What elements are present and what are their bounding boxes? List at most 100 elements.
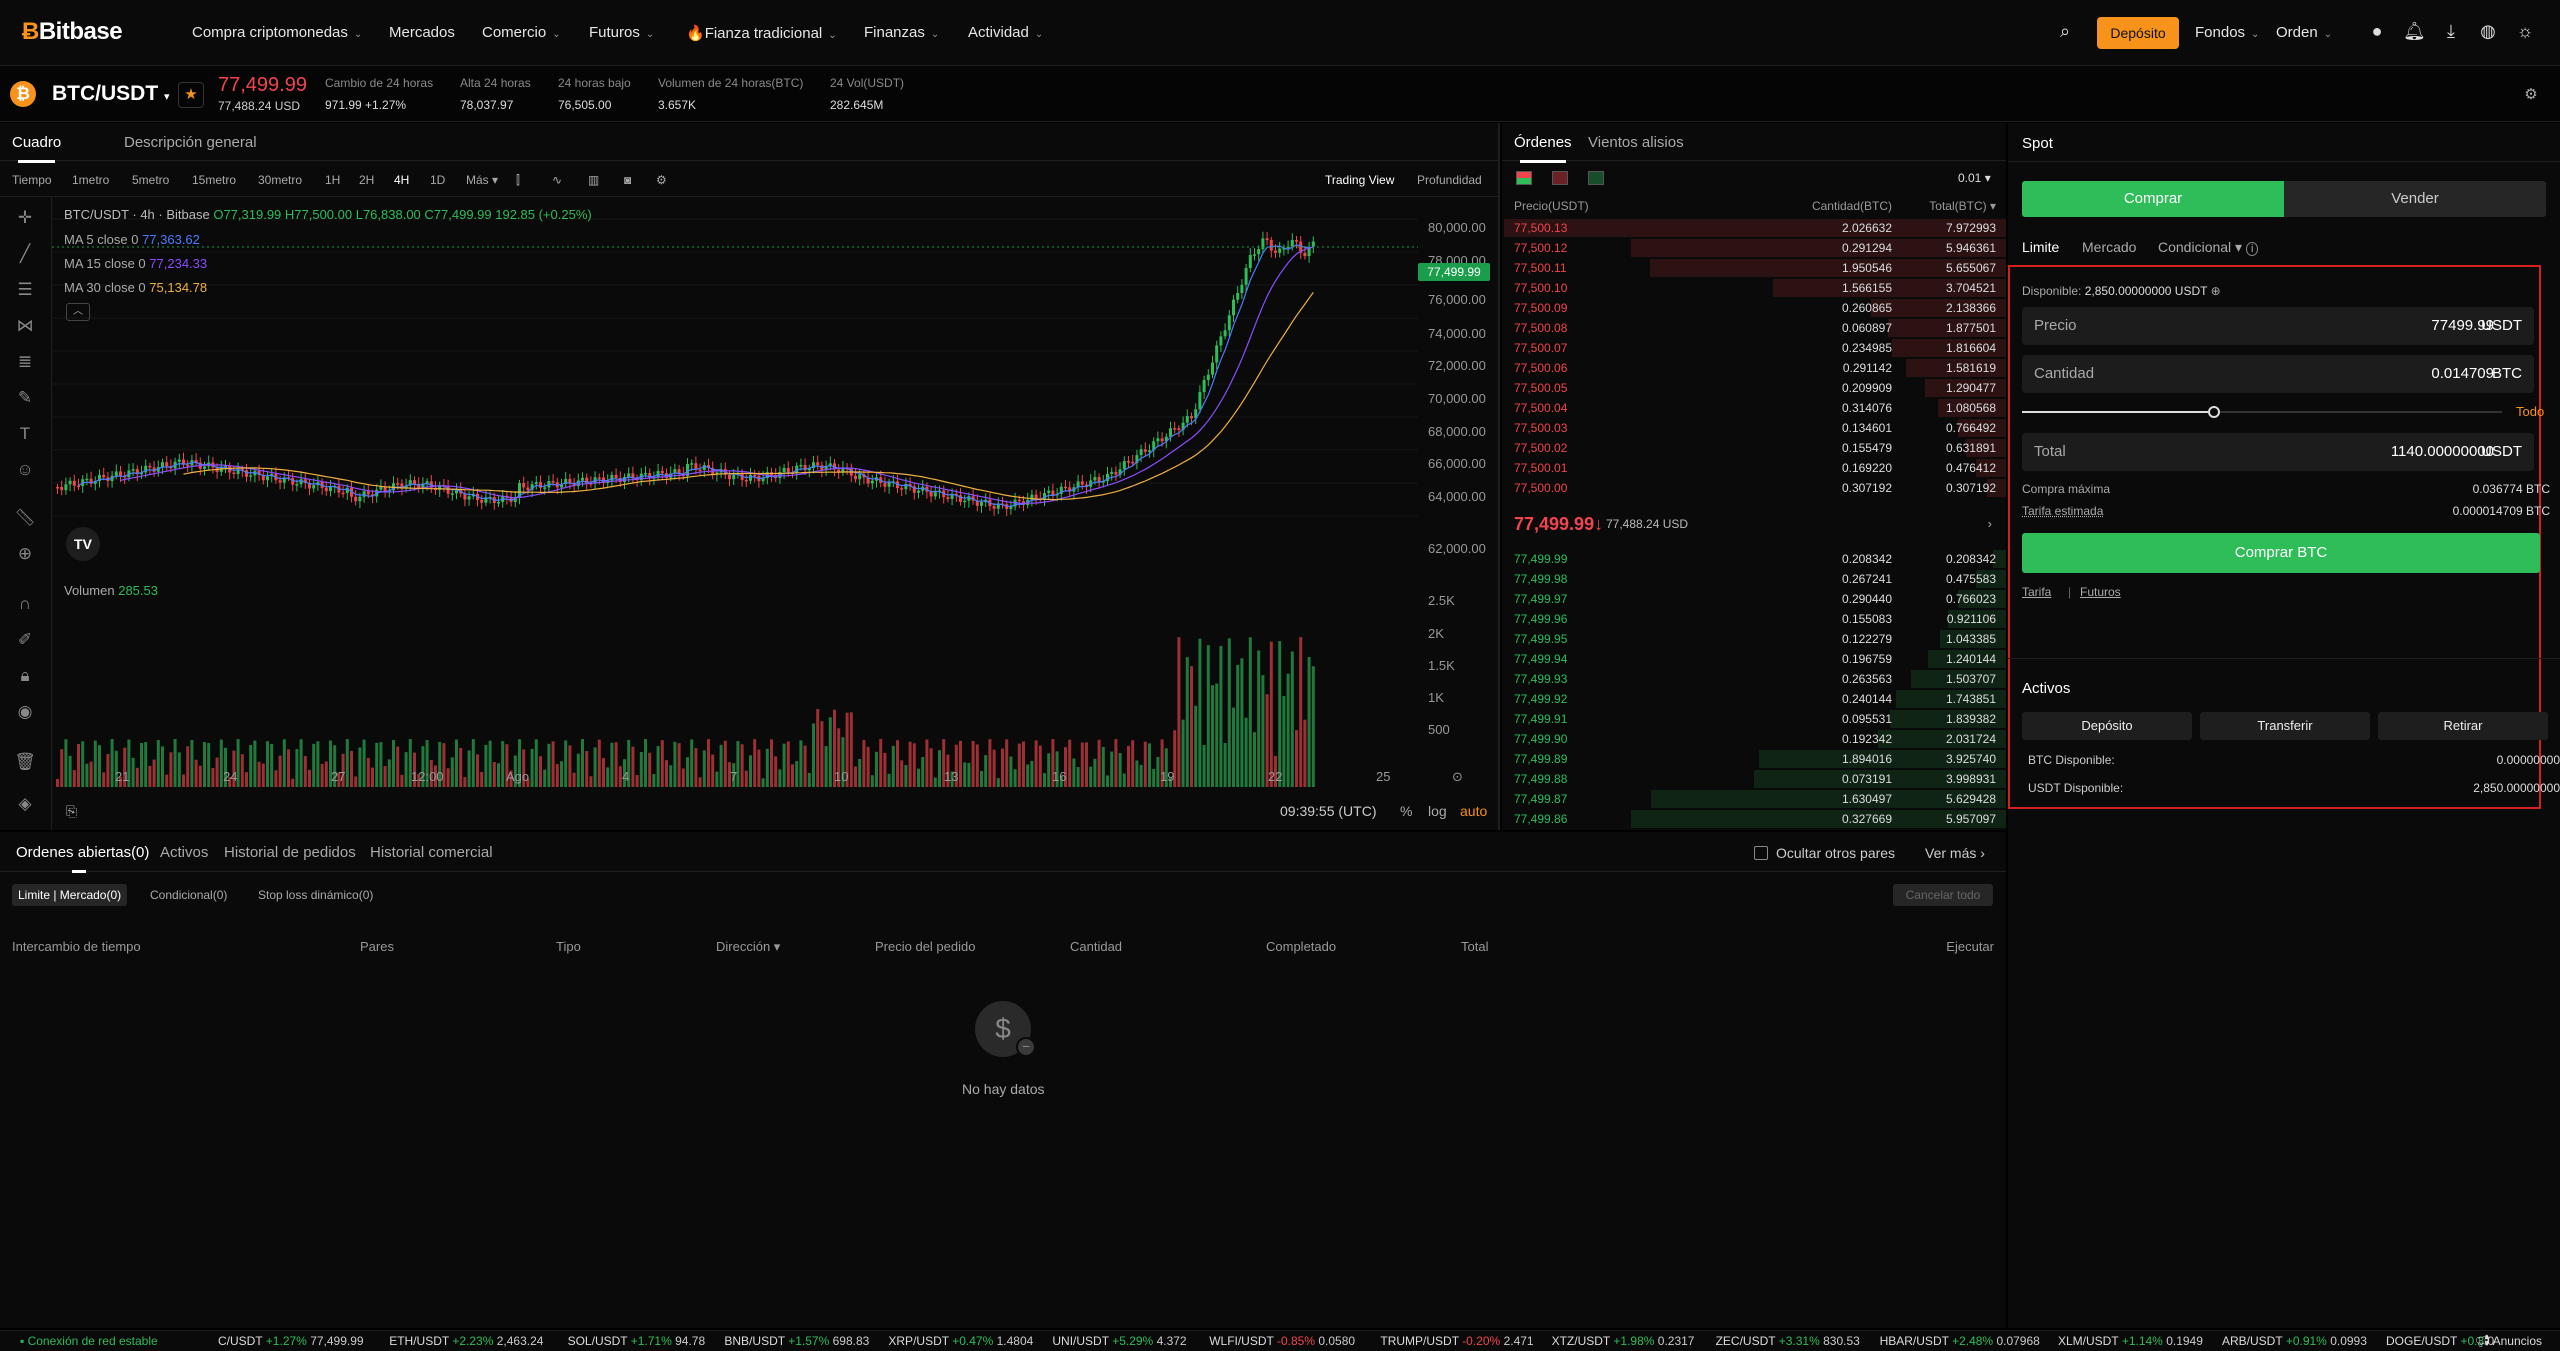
tf-30m[interactable]: 30metro [258, 173, 302, 187]
book-view-both-icon[interactable] [1516, 171, 1532, 185]
nav-futures[interactable]: Futuros ⌄ [589, 24, 654, 41]
all-button[interactable]: Todo [2516, 404, 2544, 419]
order-type-limit[interactable]: Limite [2022, 239, 2059, 255]
cancel-all-button[interactable]: Cancelar todo [1893, 884, 1993, 906]
futures-link[interactable]: Futuros [2080, 585, 2121, 599]
tab-trades[interactable]: Vientos alisios [1588, 134, 1684, 151]
tab-open-orders[interactable]: Ordenes abiertas(0) [16, 844, 149, 861]
nav-activity[interactable]: Actividad ⌄ [968, 24, 1043, 41]
buy-tab-button[interactable]: Comprar [2022, 181, 2284, 217]
compare-icon[interactable]: ⎘ [66, 803, 77, 820]
announcements-link[interactable]: 📢︎ Anuncios [2475, 1334, 2542, 1348]
nav-buy-crypto[interactable]: Compra criptomonedas ⌄ [192, 24, 362, 41]
bell-icon[interactable]: 🔔︎ [2403, 20, 2426, 42]
footer-ticker-item[interactable]: ZEC/USDT +3.31% 830.53 [1716, 1334, 1860, 1348]
tab-orderbook[interactable]: Órdenes [1514, 134, 1572, 163]
camera-icon[interactable]: ◙ [624, 173, 631, 187]
favorite-star-icon[interactable]: ★ [178, 82, 204, 108]
bid-row[interactable]: 77,499.96 0.155083 0.921106 [1502, 609, 2006, 629]
ask-row[interactable]: 77,500.05 0.209909 1.290477 [1502, 378, 2006, 398]
tradingview-logo[interactable]: TV [66, 527, 100, 561]
subtab-conditional[interactable]: Condicional(0) [150, 888, 227, 902]
bid-row[interactable]: 77,499.92 0.240144 1.743851 [1502, 689, 2006, 709]
text-icon[interactable]: T [12, 421, 38, 447]
ask-row[interactable]: 77,500.00 0.307192 0.307192 [1502, 478, 2006, 498]
bid-row[interactable]: 77,499.88 0.073191 3.998931 [1502, 769, 2006, 789]
tf-1d[interactable]: 1D [430, 173, 445, 187]
tf-1h[interactable]: 1H [325, 173, 340, 187]
ask-row[interactable]: 77,500.12 0.291294 5.946361 [1502, 238, 2006, 258]
brush-icon[interactable]: ✎ [12, 385, 38, 411]
order-type-market[interactable]: Mercado [2082, 239, 2136, 255]
horizontal-lines-icon[interactable]: ☰ [12, 277, 38, 303]
footer-ticker-item[interactable]: C/USDT +1.27% 77,499.99 [218, 1334, 364, 1348]
download-icon[interactable]: ⤓ [2440, 20, 2462, 42]
book-view-asks-icon[interactable] [1552, 171, 1568, 185]
zoom-in-icon[interactable]: ⊕ [12, 541, 38, 567]
auto-toggle[interactable]: auto [1460, 803, 1487, 819]
tf-more[interactable]: Más ▾ [466, 173, 498, 187]
nav-order[interactable]: Orden ⌄ [2276, 24, 2332, 41]
quantity-input[interactable]: Cantidad 0.014709 BTC [2022, 355, 2534, 393]
ask-row[interactable]: 77,500.04 0.314076 1.080568 [1502, 398, 2006, 418]
emoji-icon[interactable]: ☺ [12, 457, 38, 483]
estimated-fee-label[interactable]: Tarifa estimada [2022, 504, 2103, 518]
ask-row[interactable]: 77,500.03 0.134601 0.766492 [1502, 418, 2006, 438]
col-direction[interactable]: Dirección ▾ [716, 939, 780, 955]
footer-ticker-item[interactable]: ARB/USDT +0.91% 0.0993 [2222, 1334, 2367, 1348]
book-view-bids-icon[interactable] [1588, 171, 1604, 185]
subtab-trailing-stop[interactable]: Stop loss dinámico(0) [258, 888, 373, 902]
footer-ticker-item[interactable]: HBAR/USDT +2.48% 0.07968 [1880, 1334, 2040, 1348]
ask-row[interactable]: 77,500.10 1.566155 3.704521 [1502, 278, 2006, 298]
ask-row[interactable]: 77,500.11 1.950546 5.655067 [1502, 258, 2006, 278]
user-icon[interactable]: ● [2366, 20, 2388, 42]
nav-tradfi[interactable]: 🔥Fianza tradicional ⌄ [686, 24, 837, 42]
footer-ticker-item[interactable]: XLM/USDT +1.14% 0.1949 [2058, 1334, 2203, 1348]
reset-time-icon[interactable]: ⊙ [1452, 769, 1463, 785]
search-icon[interactable]: ⌕ [2054, 20, 2076, 42]
ask-row[interactable]: 77,500.08 0.060897 1.877501 [1502, 318, 2006, 338]
footer-ticker-item[interactable]: UNI/USDT +5.29% 4.372 [1052, 1334, 1186, 1348]
pattern-icon[interactable]: ⋈ [12, 313, 38, 339]
chevron-right-icon[interactable]: › [1988, 516, 1992, 531]
buy-btc-button[interactable]: Comprar BTC [2022, 533, 2540, 573]
ask-row[interactable]: 77,500.02 0.155479 0.631891 [1502, 438, 2006, 458]
ask-row[interactable]: 77,500.07 0.234985 1.816604 [1502, 338, 2006, 358]
bid-row[interactable]: 77,499.90 0.192342 2.031724 [1502, 729, 2006, 749]
bid-row[interactable]: 77,499.89 1.894016 3.925740 [1502, 749, 2006, 769]
bid-row[interactable]: 77,499.86 0.327669 5.957097 [1502, 809, 2006, 829]
ask-row[interactable]: 77,500.01 0.169220 0.476412 [1502, 458, 2006, 478]
lock-icon[interactable]: 🔒︎ [12, 663, 38, 689]
footer-ticker-item[interactable]: XRP/USDT +0.47% 1.4804 [888, 1334, 1033, 1348]
asset-transfer-button[interactable]: Transferir [2200, 712, 2370, 740]
asset-deposit-button[interactable]: Depósito [2022, 712, 2192, 740]
nav-trade[interactable]: Comercio ⌄ [482, 24, 561, 41]
trendline-icon[interactable]: ╱ [12, 241, 38, 267]
magnet-icon[interactable]: ∩ [12, 591, 38, 617]
slider-handle[interactable] [2208, 406, 2220, 418]
globe-icon[interactable]: ◍ [2477, 20, 2499, 42]
bid-row[interactable]: 77,499.87 1.630497 5.629428 [1502, 789, 2006, 809]
candlestick-chart[interactable] [52, 197, 1422, 797]
tf-15m[interactable]: 15metro [192, 173, 236, 187]
candle-type-icon[interactable]: ⫿ [516, 173, 520, 188]
ask-row[interactable]: 77,500.06 0.291142 1.581619 [1502, 358, 2006, 378]
tab-overview[interactable]: Descripción general [124, 134, 257, 151]
nav-funds[interactable]: Fondos ⌄ [2195, 24, 2259, 41]
tf-5m[interactable]: 5metro [132, 173, 169, 187]
plus-circle-icon[interactable]: ⊕ [2211, 284, 2221, 298]
settings-icon[interactable]: ⚙ [656, 173, 667, 187]
crosshair-icon[interactable]: ✛ [12, 205, 38, 231]
footer-ticker-item[interactable]: TRUMP/USDT -0.20% 2.471 [1380, 1334, 1533, 1348]
total-input[interactable]: Total 1140.00000000 USDT [2022, 433, 2534, 471]
footer-ticker-item[interactable]: BNB/USDT +1.57% 698.83 [724, 1334, 869, 1348]
bid-row[interactable]: 77,499.99 0.208342 0.208342 [1502, 549, 2006, 569]
tab-assets[interactable]: Activos [160, 844, 208, 861]
bitbase-logo[interactable]: ɃBitbase [22, 18, 123, 46]
percent-toggle[interactable]: % [1400, 803, 1412, 819]
collapse-legend-button[interactable]: ︿ [66, 303, 90, 321]
asset-withdraw-button[interactable]: Retirar [2378, 712, 2548, 740]
tab-trade-history[interactable]: Historial comercial [370, 844, 493, 861]
order-type-conditional[interactable]: Condicional ▾ i [2158, 239, 2259, 256]
fib-icon[interactable]: ≣ [12, 349, 38, 375]
